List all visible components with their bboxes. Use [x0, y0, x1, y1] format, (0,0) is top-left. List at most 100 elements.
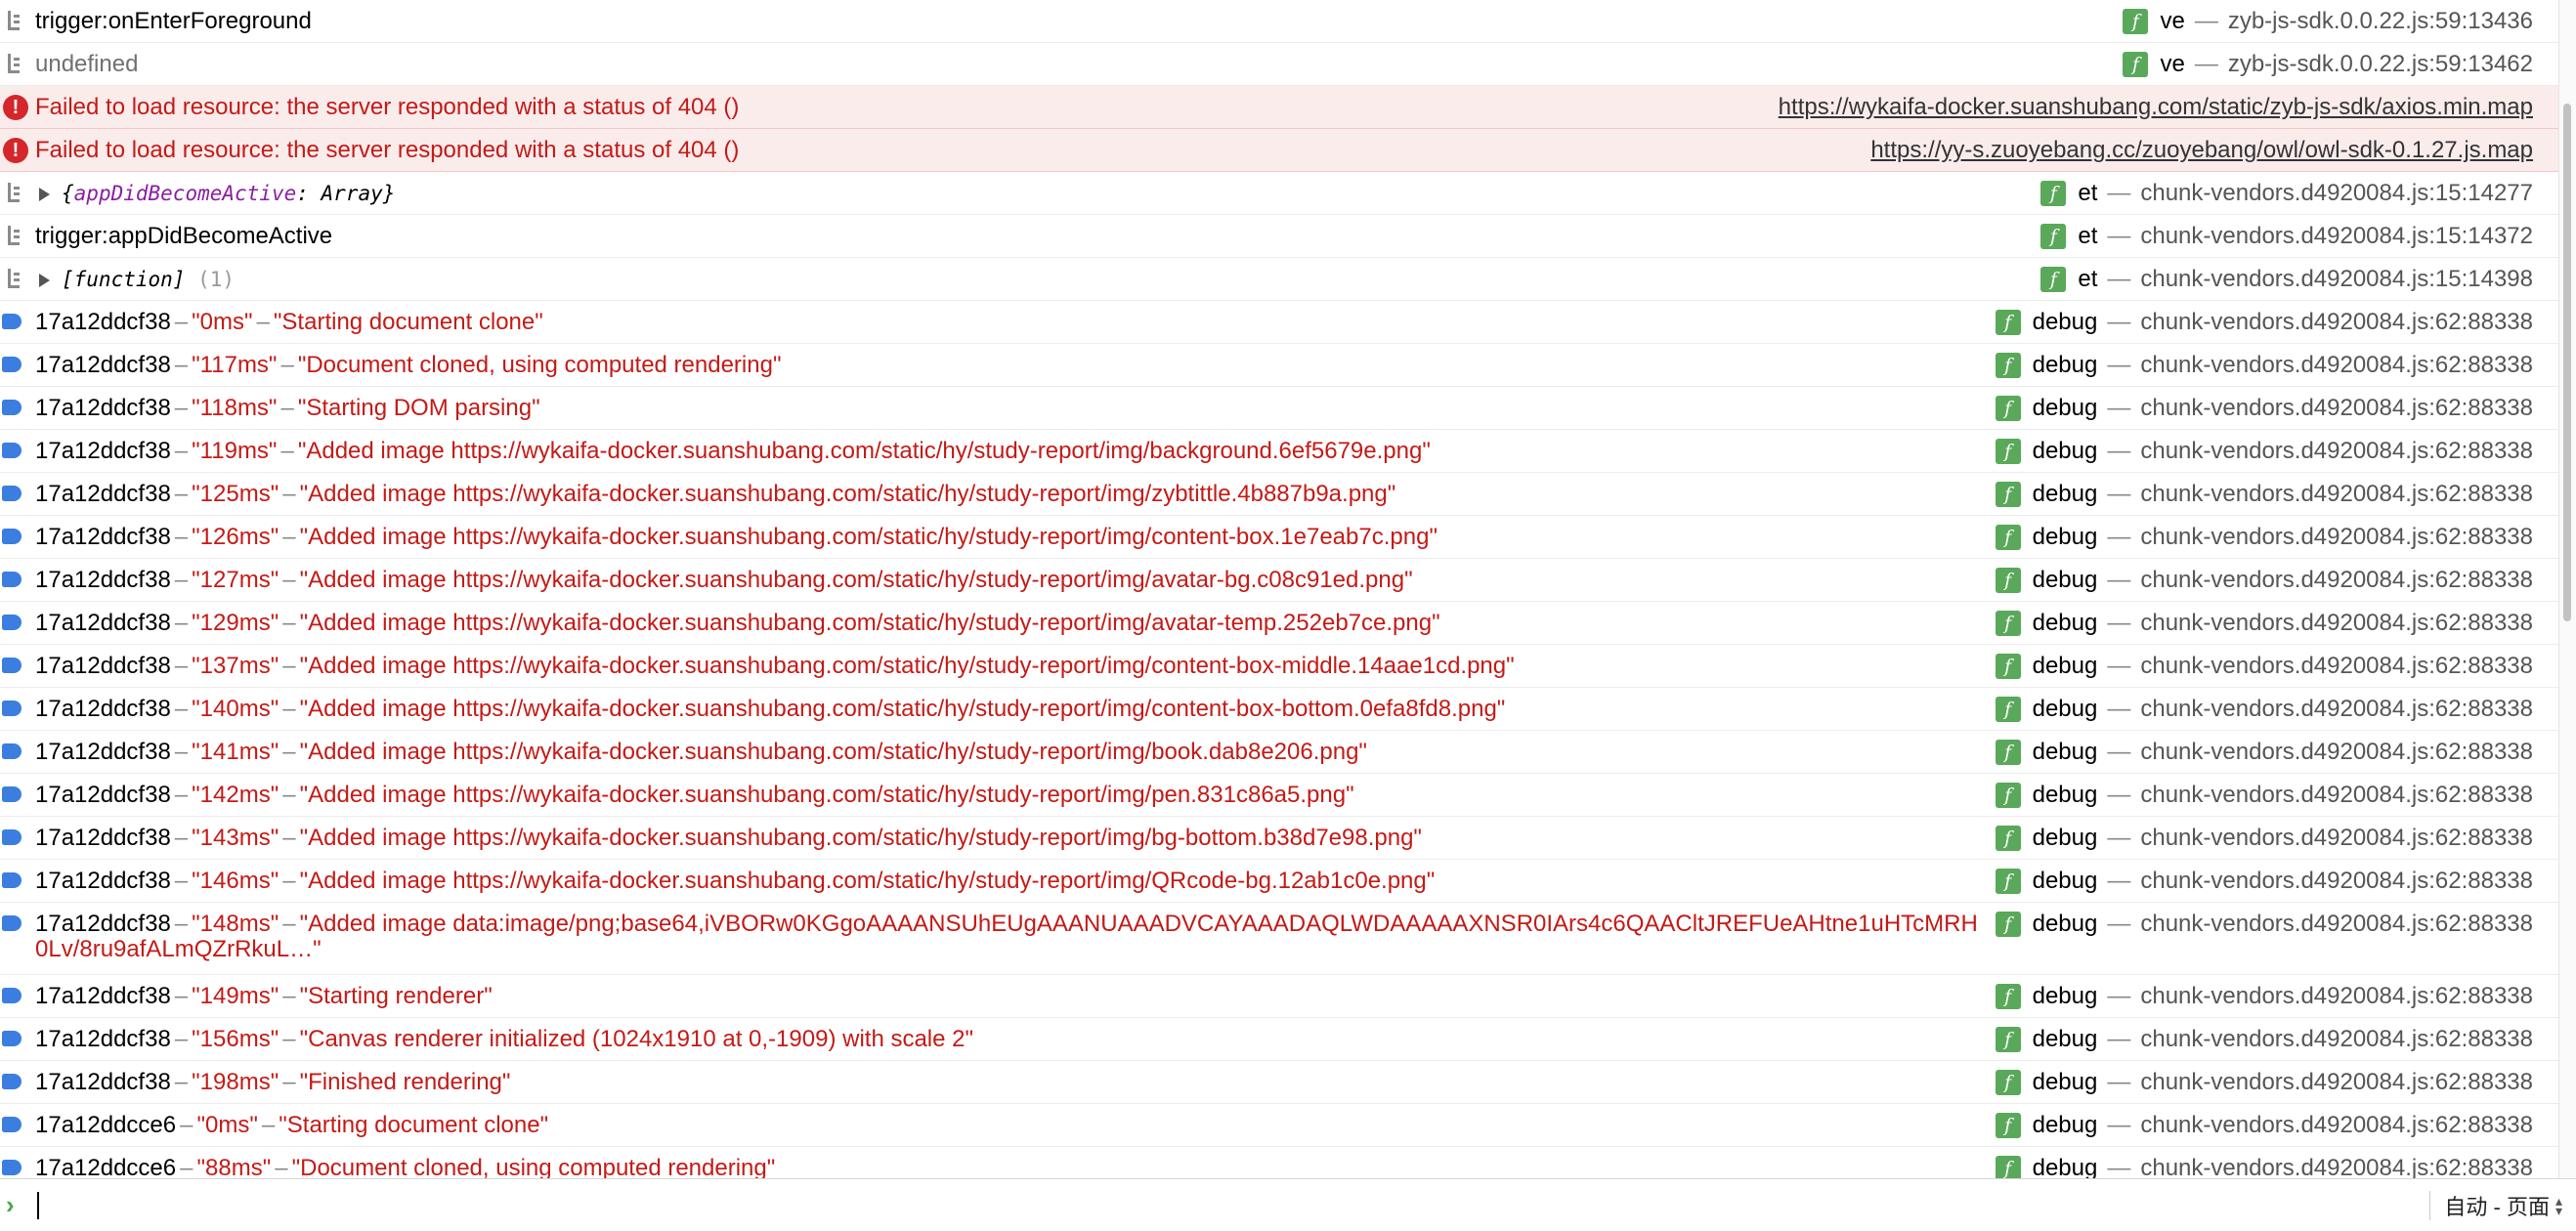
source-function: debug: [2032, 438, 2098, 464]
log-message: 17a12ddcce6– "88ms" – "Document cloned, usi…: [35, 1156, 1996, 1178]
log-source: f ve — zyb-js-sdk.0.0.22.js:59:13462: [2123, 52, 2558, 77]
separator: –: [174, 568, 189, 593]
log-row: 17a12ddcf38– "141ms" – "Added image https:/…: [0, 731, 2558, 774]
log-row: 17a12ddcf38– "140ms" – "Added image https:/…: [0, 688, 2558, 731]
source-file-link[interactable]: chunk-vendors.d4920084.js:62:88338: [2140, 1113, 2533, 1138]
function-icon: f: [1995, 826, 2021, 851]
elapsed-ms: "156ms": [192, 1027, 279, 1052]
source-dash: —: [2107, 610, 2131, 636]
source-file-link[interactable]: chunk-vendors.d4920084.js:62:88338: [2140, 525, 2533, 550]
function-icon: f: [2040, 224, 2067, 249]
source-file-link[interactable]: chunk-vendors.d4920084.js:62:88338: [2140, 1156, 2533, 1179]
function-icon: f: [1995, 1027, 2021, 1052]
separator: –: [282, 1027, 296, 1052]
source-file-link[interactable]: chunk-vendors.d4920084.js:62:88338: [2140, 740, 2533, 765]
log-row: 17a12ddcf38– "142ms" – "Added image https:/…: [0, 774, 2558, 817]
function-icon: f: [2040, 267, 2067, 292]
source-function: ve: [2160, 8, 2185, 34]
error-text: Failed to load resource: the server resp…: [35, 138, 740, 163]
log-row: 17a12ddcf38– "119ms" – "Added image https:/…: [0, 430, 2558, 473]
source-dash: —: [2194, 51, 2218, 77]
function-icon: f: [1995, 1070, 2021, 1095]
function-icon: f: [1995, 912, 2021, 937]
log-id: 17a12ddcf38: [35, 353, 171, 378]
source-dash: —: [2107, 653, 2131, 679]
source-function: ve: [2160, 51, 2185, 77]
debug-icon: [0, 1027, 35, 1052]
log-message: 17a12ddcf38– "127ms" – "Added image https:/…: [35, 568, 1996, 593]
source-function: debug: [2032, 739, 2098, 765]
source-file-link[interactable]: chunk-vendors.d4920084.js:62:88338: [2140, 697, 2533, 722]
separator: –: [256, 310, 270, 335]
source-file-link[interactable]: chunk-vendors.d4920084.js:62:88338: [2140, 310, 2533, 335]
debug-message: "Added image https://wykaifa-docker.suan…: [299, 697, 1506, 722]
scrollbar-thumb[interactable]: [2563, 104, 2571, 621]
separator: –: [174, 1070, 189, 1095]
source-file-link[interactable]: chunk-vendors.d4920084.js:62:88338: [2140, 482, 2533, 507]
log-text: trigger:onEnterForeground: [35, 9, 312, 34]
console-log: trigger:onEnterForeground f ve — zyb-js-sdk.…: [0, 0, 2558, 1178]
debug-message: "Added image https://wykaifa-docker.suan…: [299, 525, 1438, 550]
elapsed-ms: "143ms": [192, 826, 279, 851]
source-file-link[interactable]: chunk-vendors.d4920084.js:62:88338: [2140, 568, 2533, 593]
source-file-link[interactable]: chunk-vendors.d4920084.js:62:88338: [2140, 912, 2533, 937]
console-scrollbar[interactable]: [2558, 0, 2576, 1178]
source-file-link[interactable]: chunk-vendors.d4920084.js:15:14372: [2140, 224, 2533, 249]
source-function: debug: [2032, 309, 2098, 335]
log-message: 17a12ddcf38– "126ms" – "Added image https:/…: [35, 525, 1996, 550]
debug-icon: [0, 869, 35, 894]
log-source: f debug — chunk-vendors.d4920084.js:62:8833…: [1995, 783, 2558, 808]
log-message: 17a12ddcf38– "129ms" – "Added image https:/…: [35, 611, 1996, 636]
object-value: Array: [321, 182, 383, 205]
source-file-link[interactable]: chunk-vendors.d4920084.js:62:88338: [2140, 654, 2533, 679]
log-message: 17a12ddcf38– "0ms" – "Starting document clo…: [35, 310, 1996, 335]
source-file-link[interactable]: zyb-js-sdk.0.0.22.js:59:13436: [2228, 9, 2533, 34]
disclosure-triangle-icon[interactable]: [39, 274, 50, 287]
source-dash: —: [2194, 8, 2218, 34]
source-file-link[interactable]: chunk-vendors.d4920084.js:62:88338: [2140, 984, 2533, 1009]
console-input[interactable]: [39, 1184, 2430, 1226]
debug-message: "Added image https://wykaifa-docker.suan…: [299, 482, 1396, 507]
debug-icon: [0, 611, 35, 636]
log-id: 17a12ddcf38: [35, 611, 171, 636]
resource-link[interactable]: https://yy-s.zuoyebang.cc/zuoyebang/owl/…: [1870, 138, 2533, 163]
debug-icon: [0, 826, 35, 851]
resource-link[interactable]: https://wykaifa-docker.suanshubang.com/s…: [1779, 95, 2533, 120]
log-message: trigger:appDidBecomeActive: [35, 224, 2040, 249]
source-file-link[interactable]: chunk-vendors.d4920084.js:62:88338: [2140, 1070, 2533, 1095]
source-file-link[interactable]: zyb-js-sdk.0.0.22.js:59:13462: [2228, 52, 2533, 77]
log-id: 17a12ddcf38: [35, 912, 171, 937]
log-row: 17a12ddcf38– "149ms" – "Starting renderer" f…: [0, 975, 2558, 1018]
source-dash: —: [2107, 825, 2131, 851]
function-icon: f: [1995, 654, 2021, 679]
source-dash: —: [2107, 983, 2131, 1009]
source-dash: —: [2107, 1026, 2131, 1052]
source-function: debug: [2032, 696, 2098, 722]
debug-message: "Added image https://wykaifa-docker.suan…: [297, 439, 1431, 464]
source-file-link[interactable]: chunk-vendors.d4920084.js:15:14398: [2140, 267, 2533, 292]
source-file-link[interactable]: chunk-vendors.d4920084.js:62:88338: [2140, 826, 2533, 851]
console-prompt: › 自动 - 页面 ▴ ▾: [0, 1178, 2576, 1231]
execution-context-select[interactable]: 自动 - 页面 ▴ ▾: [2444, 1190, 2562, 1221]
log-id: 17a12ddcf38: [35, 1027, 171, 1052]
log-message: 17a12ddcf38– "156ms" – "Canvas renderer ini…: [35, 1027, 1996, 1052]
source-file-link[interactable]: chunk-vendors.d4920084.js:62:88338: [2140, 439, 2533, 464]
source-file-link[interactable]: chunk-vendors.d4920084.js:62:88338: [2140, 783, 2533, 808]
source-file-link[interactable]: chunk-vendors.d4920084.js:62:88338: [2140, 1027, 2533, 1052]
source-file-link[interactable]: chunk-vendors.d4920084.js:62:88338: [2140, 353, 2533, 378]
source-file-link[interactable]: chunk-vendors.d4920084.js:62:88338: [2140, 396, 2533, 421]
separator: –: [174, 1027, 189, 1052]
debug-message: "Added image https://wykaifa-docker.suan…: [299, 568, 1413, 593]
log-message: undefined: [35, 52, 2123, 77]
log-id: 17a12ddcf38: [35, 568, 171, 593]
source-file-link[interactable]: chunk-vendors.d4920084.js:62:88338: [2140, 869, 2533, 894]
log-source: f debug — chunk-vendors.d4920084.js:62:8833…: [1995, 353, 2558, 378]
disclosure-triangle-icon[interactable]: [39, 188, 50, 201]
log-source: f debug — chunk-vendors.d4920084.js:62:8833…: [1995, 983, 2558, 1009]
source-file-link[interactable]: chunk-vendors.d4920084.js:62:88338: [2140, 611, 2533, 636]
source-file-link[interactable]: chunk-vendors.d4920084.js:15:14277: [2140, 181, 2533, 206]
log-source: f debug — chunk-vendors.d4920084.js:62:8833…: [1995, 309, 2558, 335]
debug-icon: [0, 310, 35, 335]
elapsed-ms: "142ms": [192, 783, 279, 808]
log-message: trigger:onEnterForeground: [35, 9, 2123, 34]
